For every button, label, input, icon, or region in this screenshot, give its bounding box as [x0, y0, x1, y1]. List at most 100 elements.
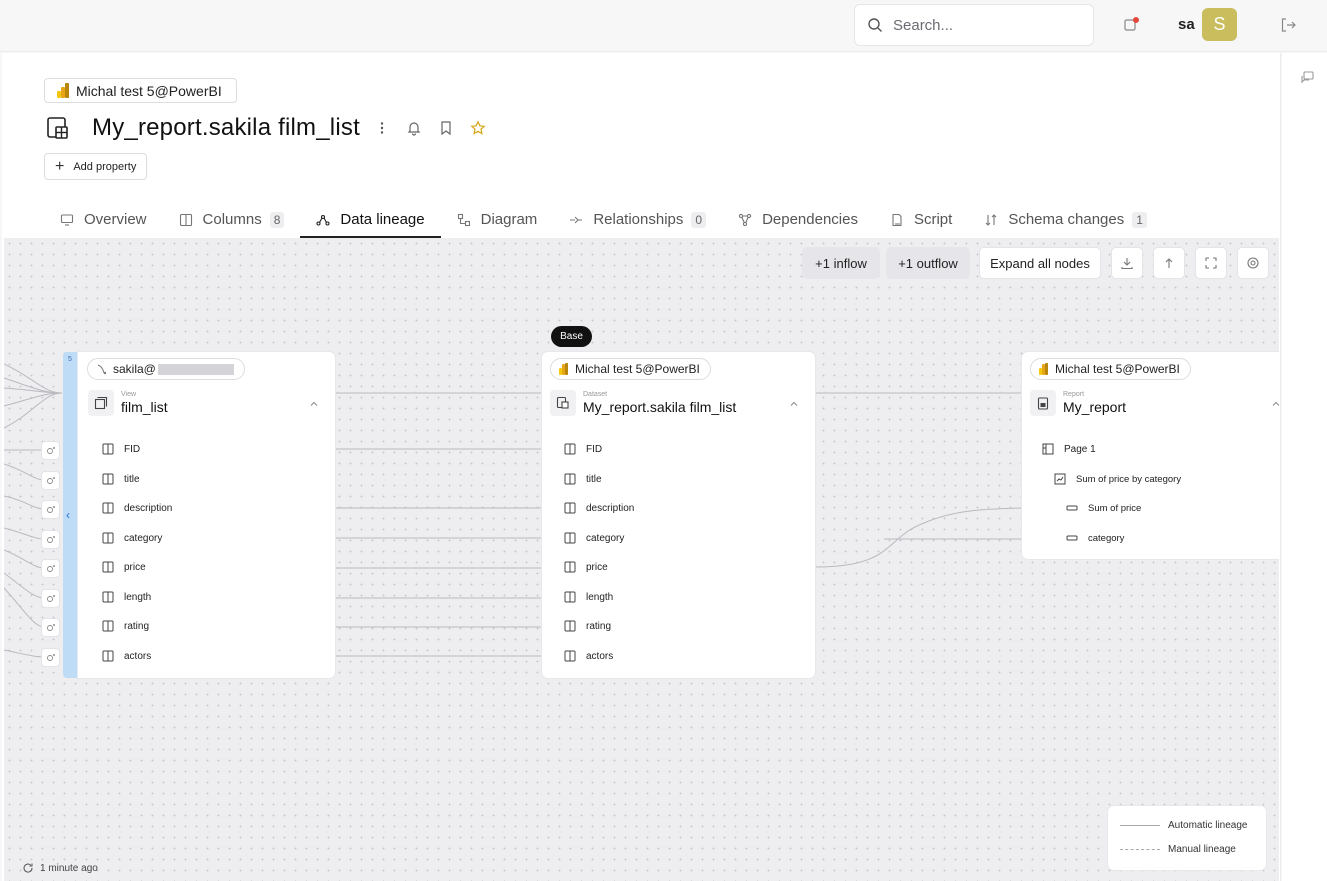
settings-button[interactable] — [1237, 247, 1269, 279]
expand-all-nodes-button[interactable]: Expand all nodes — [979, 247, 1101, 279]
tab-overview[interactable]: Overview — [44, 201, 163, 238]
tab-schema-changes[interactable]: Schema changes 1 — [968, 201, 1163, 238]
tab-columns[interactable]: Columns 8 — [163, 201, 301, 238]
column-icon — [102, 532, 114, 544]
bookmark-icon[interactable] — [438, 120, 454, 136]
tab-bar: Overview Columns 8 Data lineage Diagram … — [44, 201, 1163, 238]
node-type: Report — [1063, 391, 1085, 398]
tab-relationships[interactable]: Relationships 0 — [553, 201, 722, 238]
expand-upstream-button[interactable] — [41, 471, 60, 490]
column-row[interactable]: rating — [564, 620, 611, 632]
column-row[interactable]: category — [564, 532, 624, 544]
column-row[interactable]: price — [102, 561, 146, 573]
node-report[interactable]: Michal test 5@PowerBI Report My_report P… — [1022, 352, 1279, 559]
source-chip[interactable]: Michal test 5@PowerBI — [44, 78, 237, 103]
lineage-canvas[interactable]: +1 inflow +1 outflow Expand all nodes 5 … — [4, 238, 1279, 881]
node-source-chip[interactable]: Michal test 5@PowerBI — [1030, 358, 1191, 380]
bell-icon[interactable] — [406, 120, 422, 136]
chart-icon — [1054, 473, 1066, 485]
refresh-icon — [23, 863, 33, 873]
column-name: description — [586, 502, 635, 514]
tab-label: Script — [913, 211, 953, 228]
legend-manual: Manual lineage — [1120, 844, 1236, 855]
notification-bell-icon[interactable] — [1122, 16, 1140, 34]
chevron-left-icon[interactable]: ‹ — [66, 508, 70, 522]
node-name[interactable]: My_report — [1063, 399, 1126, 415]
expand-upstream-button[interactable] — [41, 618, 60, 637]
avatar[interactable]: S — [1202, 8, 1237, 41]
column-row[interactable]: description — [102, 502, 172, 514]
tab-dependencies[interactable]: Dependencies — [722, 201, 874, 238]
column-name: FID — [586, 443, 603, 455]
report-visual-row[interactable]: Sum of price by category — [1054, 473, 1181, 485]
add-property-button[interactable]: + Add property — [44, 153, 148, 180]
relationships-icon — [570, 216, 583, 223]
chevron-up-icon[interactable] — [308, 398, 320, 410]
last-updated[interactable]: 1 minute ago — [22, 862, 98, 874]
node-source-chip[interactable]: sakila@ — [87, 358, 245, 380]
column-row[interactable]: FID — [564, 443, 602, 455]
column-row[interactable]: description — [564, 502, 634, 514]
star-icon[interactable] — [470, 120, 486, 136]
column-icon — [102, 650, 114, 662]
chevron-up-icon[interactable] — [1270, 398, 1279, 410]
chevron-up-icon[interactable] — [788, 398, 800, 410]
expand-upstream-button[interactable] — [41, 530, 60, 549]
expand-upstream-button[interactable] — [41, 648, 60, 667]
expand-upstream-button[interactable] — [41, 441, 60, 460]
tab-label: Relationships — [593, 211, 684, 228]
column-name: title — [586, 473, 602, 485]
column-name: title — [124, 473, 140, 485]
expand-upstream-button[interactable] — [41, 589, 60, 608]
column-name: actors — [586, 650, 614, 662]
notification-dot — [1133, 17, 1139, 23]
column-icon — [102, 591, 114, 603]
plus-icon: + — [55, 157, 65, 175]
column-icon — [564, 561, 576, 573]
base-badge: Base — [551, 326, 592, 347]
share-button[interactable] — [1153, 247, 1185, 279]
column-row[interactable]: title — [564, 473, 602, 485]
column-icon — [102, 473, 114, 485]
comments-icon[interactable] — [1299, 70, 1315, 86]
lineage-expand-icon — [46, 594, 55, 602]
node-name[interactable]: My_report.sakila film_list — [583, 399, 736, 415]
source-chip-label: Michal test 5@PowerBI — [76, 82, 222, 99]
report-field-row[interactable]: Sum of price — [1066, 502, 1141, 514]
tab-label: Overview — [84, 211, 147, 228]
column-row[interactable]: category — [102, 532, 162, 544]
expand-upstream-button[interactable] — [41, 500, 60, 519]
tab-script[interactable]: Script — [874, 201, 968, 238]
column-icon — [564, 650, 576, 662]
column-row[interactable]: length — [102, 591, 151, 603]
more-options-icon[interactable] — [374, 120, 390, 136]
node-source-chip[interactable]: Michal test 5@PowerBI — [550, 358, 711, 380]
search-box[interactable] — [854, 4, 1094, 46]
redacted-block — [157, 363, 234, 375]
tab-diagram[interactable]: Diagram — [441, 201, 554, 238]
column-row[interactable]: rating — [102, 620, 149, 632]
tab-data-lineage[interactable]: Data lineage — [300, 201, 441, 238]
column-icon — [564, 502, 576, 514]
fullscreen-button[interactable] — [1195, 247, 1227, 279]
inflow-button[interactable]: +1 inflow — [802, 247, 880, 279]
upstream-toggle-bar[interactable]: 5 ‹ — [63, 352, 79, 678]
column-name: category — [124, 532, 163, 544]
report-page-row[interactable]: Page 1 — [1042, 443, 1096, 455]
expand-upstream-button[interactable] — [41, 559, 60, 578]
outflow-button[interactable]: +1 outflow — [886, 247, 970, 279]
column-row[interactable]: title — [102, 473, 140, 485]
node-view-film-list[interactable]: sakila@ View film_list FID title descrip… — [78, 352, 335, 678]
powerbi-icon — [1039, 363, 1049, 375]
node-dataset[interactable]: Michal test 5@PowerBI Dataset My_report.… — [542, 352, 815, 678]
node-name[interactable]: film_list — [121, 399, 168, 415]
search-input[interactable] — [893, 16, 1073, 34]
column-row[interactable]: length — [564, 591, 613, 603]
column-row[interactable]: actors — [102, 650, 151, 662]
column-row[interactable]: FID — [102, 443, 140, 455]
report-field-row[interactable]: category — [1066, 532, 1124, 544]
logout-icon[interactable] — [1279, 16, 1297, 34]
download-button[interactable] — [1111, 247, 1143, 279]
column-row[interactable]: price — [564, 561, 608, 573]
column-row[interactable]: actors — [564, 650, 613, 662]
